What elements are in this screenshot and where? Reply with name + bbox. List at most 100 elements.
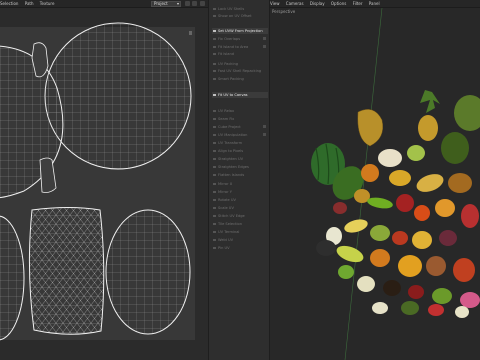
- option-box-icon[interactable]: [263, 133, 266, 136]
- menu-panel[interactable]: Panel: [369, 1, 380, 6]
- option-box-icon[interactable]: [263, 37, 266, 40]
- tool-item[interactable]: Flatten Islands: [212, 172, 268, 178]
- tool-item[interactable]: UV Manipulation: [212, 132, 268, 138]
- tool-label: Show on UV Offset: [218, 14, 252, 18]
- tool-item[interactable]: Lock UV Shells: [212, 6, 268, 12]
- tool-bullet-icon: [213, 199, 216, 201]
- tool-bullet-icon: [213, 150, 216, 152]
- lock-icon[interactable]: [185, 1, 190, 6]
- uv-tools-panel: Lock UV Shells Show on UV Offset Set UVW…: [208, 0, 270, 360]
- tool-item[interactable]: Tile Selection: [212, 221, 268, 227]
- fruit-render: [311, 8, 480, 360]
- tool-label: Mirror Y: [218, 190, 232, 194]
- tool-bullet-icon: [213, 166, 216, 168]
- tool-item[interactable]: UV Packing: [212, 61, 268, 67]
- tool-bullet-icon: [213, 134, 216, 136]
- tool-bullet-icon: [213, 15, 216, 17]
- tool-label: Fast UV Shell Repacking: [218, 69, 262, 73]
- tool-item[interactable]: Fit Island to Area: [212, 44, 268, 50]
- uv-islands: [0, 22, 192, 341]
- tool-label: UV Relax: [218, 109, 235, 113]
- tool-label: UV Transform: [218, 141, 243, 145]
- option-box-icon[interactable]: [263, 125, 266, 128]
- 3d-viewport[interactable]: Perspective: [270, 8, 480, 360]
- tool-label: UV Terminal: [218, 230, 240, 234]
- tool-bullet-icon: [213, 118, 216, 120]
- menu-options[interactable]: Options: [331, 1, 346, 6]
- tool-bullet-icon: [213, 53, 216, 55]
- tool-item[interactable]: Cube Project: [212, 124, 268, 130]
- tool-item[interactable]: Seam Fix: [212, 116, 268, 122]
- tool-label: Smart Packing: [218, 77, 244, 81]
- tool-item[interactable]: Straighten UV: [212, 156, 268, 162]
- tool-item[interactable]: Fast UV Shell Repacking: [212, 68, 268, 74]
- tool-item[interactable]: Rotate UV: [212, 197, 268, 203]
- tool-item[interactable]: UV Relax: [212, 108, 268, 114]
- tool-item[interactable]: Weld UV: [212, 237, 268, 243]
- tool-item[interactable]: Fix Overlaps: [212, 36, 268, 42]
- tool-item-highlighted[interactable]: Fit UV to Canvas: [212, 92, 268, 98]
- menu-display[interactable]: Display: [310, 1, 325, 6]
- tool-label: Mirror X: [218, 182, 233, 186]
- tool-label: Seam Fix: [218, 117, 235, 121]
- tool-label: Fit UV to Canvas: [218, 93, 248, 97]
- tool-bullet-icon: [213, 30, 216, 32]
- option-box-icon[interactable]: [263, 45, 266, 48]
- uv-menu: Selection Path Texture: [0, 1, 59, 6]
- menu-view[interactable]: View: [270, 1, 280, 6]
- tool-item[interactable]: Scale UV: [212, 205, 268, 211]
- tool-bullet-icon: [213, 46, 216, 48]
- tool-bullet-icon: [213, 142, 216, 144]
- mode-dropdown-value: Project: [154, 1, 168, 6]
- tool-item[interactable]: Pin UV: [212, 245, 268, 251]
- tool-label: Set UVW From Projection: [218, 29, 263, 33]
- menu-filter[interactable]: Filter: [353, 1, 363, 6]
- tool-item[interactable]: Mirror Y: [212, 189, 268, 195]
- menu-selection[interactable]: Selection: [0, 1, 18, 6]
- tool-label: Fit Island: [218, 52, 235, 56]
- tool-item[interactable]: Show on UV Offset: [212, 13, 268, 19]
- uv-editor[interactable]: [0, 8, 208, 360]
- menu-path[interactable]: Path: [25, 1, 34, 6]
- tool-bullet-icon: [213, 215, 216, 217]
- tool-label: Cube Project: [218, 125, 241, 129]
- tool-label: Lock UV Shells: [218, 7, 245, 11]
- tool-label: Straighten Edges: [218, 165, 249, 169]
- tool-bullet-icon: [213, 8, 216, 10]
- tool-item[interactable]: Align to Pixels: [212, 148, 268, 154]
- menu-texture[interactable]: Texture: [40, 1, 55, 6]
- tool-label: Stitch UV Edge: [218, 214, 245, 218]
- tool-label: Fit Island to Area: [218, 45, 249, 49]
- tool-bullet-icon: [213, 78, 216, 80]
- tool-bullet-icon: [213, 94, 216, 96]
- tool-bullet-icon: [213, 191, 216, 193]
- menu-cameras[interactable]: Cameras: [286, 1, 304, 6]
- tool-label: Flatten Islands: [218, 173, 245, 177]
- tool-bullet-icon: [213, 63, 216, 65]
- tool-bullet-icon: [213, 174, 216, 176]
- scroll-marker[interactable]: [189, 31, 192, 35]
- tool-item[interactable]: Smart Packing: [212, 76, 268, 82]
- tool-item[interactable]: Mirror X: [212, 181, 268, 187]
- tool-label: Align to Pixels: [218, 149, 244, 153]
- tool-bullet-icon: [213, 126, 216, 128]
- tool-bullet-icon: [213, 158, 216, 160]
- tool-label: Rotate UV: [218, 198, 236, 202]
- tool-item[interactable]: UV Transform: [212, 140, 268, 146]
- tool-bullet-icon: [213, 38, 216, 40]
- tool-item[interactable]: Stitch UV Edge: [212, 213, 268, 219]
- tool-label: UV Manipulation: [218, 133, 248, 137]
- tool-label: Tile Selection: [218, 222, 242, 226]
- mode-dropdown[interactable]: Project ▾: [151, 1, 181, 7]
- tool-item[interactable]: UV Terminal: [212, 229, 268, 235]
- tool-label: Scale UV: [218, 206, 234, 210]
- tool-item[interactable]: Fit Island: [212, 51, 268, 57]
- tool-bullet-icon: [213, 223, 216, 225]
- settings-icon[interactable]: [200, 1, 205, 6]
- tool-bullet-icon: [213, 239, 216, 241]
- tool-label: Fix Overlaps: [218, 37, 241, 41]
- tool-item-highlighted[interactable]: Set UVW From Projection: [212, 28, 268, 34]
- tool-item[interactable]: Straighten Edges: [212, 164, 268, 170]
- grid-icon[interactable]: [192, 1, 197, 6]
- tool-bullet-icon: [213, 207, 216, 209]
